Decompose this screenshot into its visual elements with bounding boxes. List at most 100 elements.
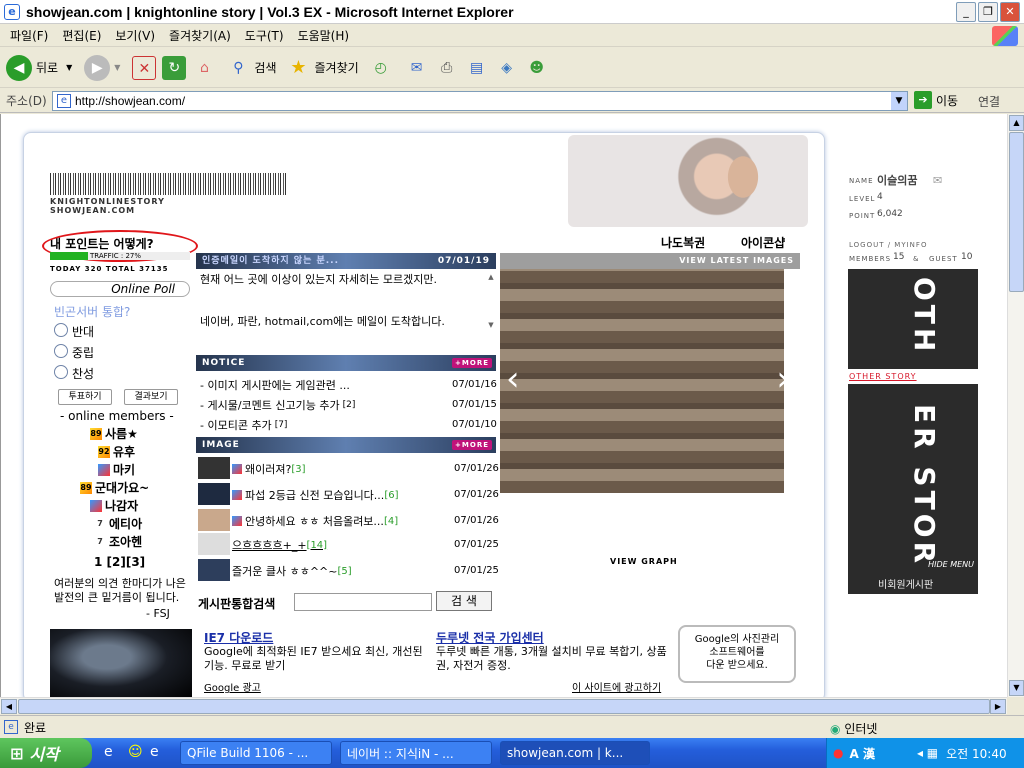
menu-favorites[interactable]: 즐겨찾기(A) (169, 27, 231, 44)
image-thumb[interactable] (198, 533, 230, 555)
browser-quicklaunch-icon[interactable]: e (150, 744, 159, 760)
view-graph-button[interactable]: VIEW GRAPH (610, 557, 678, 566)
history-button[interactable]: ◴ (369, 52, 393, 84)
poll-radio-for[interactable] (54, 365, 68, 379)
stop-button[interactable]: ✕ (132, 52, 157, 84)
latest-image-view[interactable]: ‹ › (500, 269, 790, 493)
search-button[interactable]: ⚲ 검색 (226, 52, 276, 84)
vertical-scrollbar[interactable]: ▲ ▼ (1007, 114, 1024, 697)
start-button[interactable]: ⊞ 시작 (0, 738, 92, 768)
image-row[interactable]: 으흐흐흐흐+_+ [14] (232, 537, 327, 553)
vertical-scroll-thumb[interactable] (1009, 132, 1024, 292)
search-icon: ⚲ (233, 59, 244, 76)
messenger-quicklaunch-icon[interactable]: ☺ (128, 744, 143, 760)
scroll-up-icon[interactable]: ▲ (1009, 115, 1024, 131)
image-row[interactable]: 파섭 2등급 신전 모습입니다... [6] (232, 487, 398, 503)
home-button[interactable]: ⌂ (192, 52, 216, 84)
other-story-banner-bottom[interactable]: ER STOR HIDE MENU 비회원게시판 (848, 384, 978, 594)
hide-menu-button[interactable]: HIDE MENU (928, 560, 974, 569)
favorites-button[interactable]: ★ 즐겨찾기 (287, 52, 358, 84)
poll-radio-against[interactable] (54, 323, 68, 337)
site-ad-link[interactable]: 이 사이트에 광고하기 (572, 679, 661, 694)
other-story-link[interactable]: OTHER STORY (849, 372, 917, 381)
member-item[interactable]: 마키 (98, 461, 135, 478)
mail-icon[interactable]: ✉ (933, 174, 942, 187)
notice-item-date: 07/01/16 (452, 379, 497, 390)
links-label[interactable]: 연결 (978, 93, 1000, 110)
member-item[interactable]: 92 유후 (98, 443, 135, 460)
other-story-banner-top[interactable]: OTH (848, 269, 978, 369)
guest-board-link[interactable]: 비회원게시판 (878, 576, 933, 591)
task-showjean[interactable]: showjean.com | k... (500, 741, 650, 765)
ad1-title[interactable]: IE7 다운로드 (204, 629, 273, 646)
ie-quicklaunch-icon[interactable]: e (104, 744, 113, 760)
notice-row[interactable]: - 이미지 게시판에는 게임관련 ... (200, 377, 350, 393)
google-photo-ad[interactable]: Google의 사진관리 소프트웨어를 다운 받으세요. (678, 625, 796, 683)
member-pagination[interactable]: 1 [2][3] (94, 555, 145, 569)
result-button[interactable]: 결과보기 (124, 389, 178, 405)
scroll-left-icon[interactable]: ◀ (1, 699, 17, 714)
tray-icons[interactable]: ◂ ▦ (917, 746, 938, 760)
edit-button[interactable]: ▤ (465, 52, 489, 84)
task-qfile[interactable]: QFile Build 1106 - ... (180, 741, 332, 765)
image-item-count: [6] (384, 489, 399, 501)
member-item[interactable]: 89 군대가요~ (80, 479, 149, 496)
image-thumb[interactable] (198, 483, 230, 505)
refresh-button[interactable]: ↻ (162, 52, 187, 84)
vote-button[interactable]: 투표하기 (58, 389, 112, 405)
google-ads-link[interactable]: Google 광고 (204, 679, 261, 694)
ad2-title[interactable]: 두루넷 전국 가입센터 (436, 629, 544, 646)
site-notice-sign: - FSJ (146, 607, 170, 620)
top-link-iconshop[interactable]: 아이콘샵 (741, 234, 785, 251)
menu-edit[interactable]: 편집(E) (62, 27, 101, 44)
horizontal-scrollbar[interactable]: ◀ ▶ (0, 697, 1007, 714)
image-more-button[interactable]: +MORE (452, 440, 492, 450)
ime-indicator[interactable]: A 漢 (849, 745, 874, 762)
back-button[interactable]: ◀ 뒤로 ▼ (6, 52, 72, 84)
scroll-right-icon[interactable]: ▶ (990, 699, 1006, 714)
board-search-button[interactable]: 검 색 (436, 591, 492, 611)
menu-help[interactable]: 도움말(H) (298, 27, 350, 44)
menu-tools[interactable]: 도구(T) (245, 27, 284, 44)
notice-more-button[interactable]: +MORE (452, 358, 492, 368)
history-icon: ◴ (374, 59, 387, 76)
mail-notice-header[interactable]: 인증메일이 도착하지 않는 분... 07/01/19 (196, 253, 496, 269)
horizontal-scroll-thumb[interactable] (18, 699, 990, 714)
go-button[interactable]: ➔ 이동 (914, 91, 958, 109)
menu-view[interactable]: 보기(V) (115, 27, 155, 44)
member-item[interactable]: 나감자 (90, 497, 138, 514)
close-button[interactable]: ✕ (1000, 2, 1020, 22)
minimize-button[interactable]: _ (956, 2, 976, 22)
mail-scrollbar[interactable]: ▲ ▼ (486, 273, 496, 347)
prev-arrow-icon[interactable]: ‹ (506, 359, 520, 399)
member-item[interactable]: 89 사름★ (90, 425, 138, 442)
image-thumb[interactable] (198, 559, 230, 581)
logout-myinfo-link[interactable]: LOGOUT / MYINFO (849, 241, 927, 249)
address-dropdown-icon[interactable]: ▼ (891, 92, 907, 110)
member-item[interactable]: 7 조아헨 (94, 533, 142, 550)
image-thumb[interactable] (198, 509, 230, 531)
next-arrow-icon[interactable]: › (776, 359, 790, 399)
scroll-down-icon[interactable]: ▼ (1009, 680, 1024, 696)
messenger-button[interactable]: ☻ (525, 52, 549, 84)
latest-images-header[interactable]: VIEW LATEST IMAGES (500, 253, 800, 269)
notice-row[interactable]: - 이모티콘 추가 [7] (200, 417, 287, 433)
maximize-button[interactable]: ❐ (978, 2, 998, 22)
address-input[interactable]: e http://showjean.com/ ▼ (52, 91, 908, 111)
image-thumb[interactable] (198, 457, 230, 479)
print-button[interactable]: ⎙ (435, 52, 459, 84)
member-item[interactable]: 7 에티아 (94, 515, 142, 532)
notice-row[interactable]: - 게시물/코멘트 신고기능 추가 [2] (200, 397, 355, 413)
top-link-lottery[interactable]: 나도복권 (661, 234, 705, 251)
image-row[interactable]: 왜이러져? [3] (232, 461, 306, 477)
toolbar: ◀ 뒤로 ▼ ▶ ▼ ✕ ↻ ⌂ ⚲ 검색 ★ 즐겨찾기 ◴ ✉ ⎙ ▤ ◈ ☻ (0, 48, 1024, 88)
image-row[interactable]: 안녕하세요 ㅎㅎ 처음올려보... [4] (232, 513, 398, 529)
menu-file[interactable]: 파일(F) (10, 27, 48, 44)
forward-button[interactable]: ▶ ▼ (84, 52, 120, 84)
discuss-button[interactable]: ◈ (495, 52, 519, 84)
board-search-input[interactable] (294, 593, 432, 611)
mail-button[interactable]: ✉ (405, 52, 429, 84)
task-naver[interactable]: 네이버 :: 지식iN - ... (340, 741, 492, 765)
poll-radio-neutral[interactable] (54, 344, 68, 358)
image-row[interactable]: 즐거운 클사 ㅎㅎ^^~ [5] (232, 563, 352, 579)
